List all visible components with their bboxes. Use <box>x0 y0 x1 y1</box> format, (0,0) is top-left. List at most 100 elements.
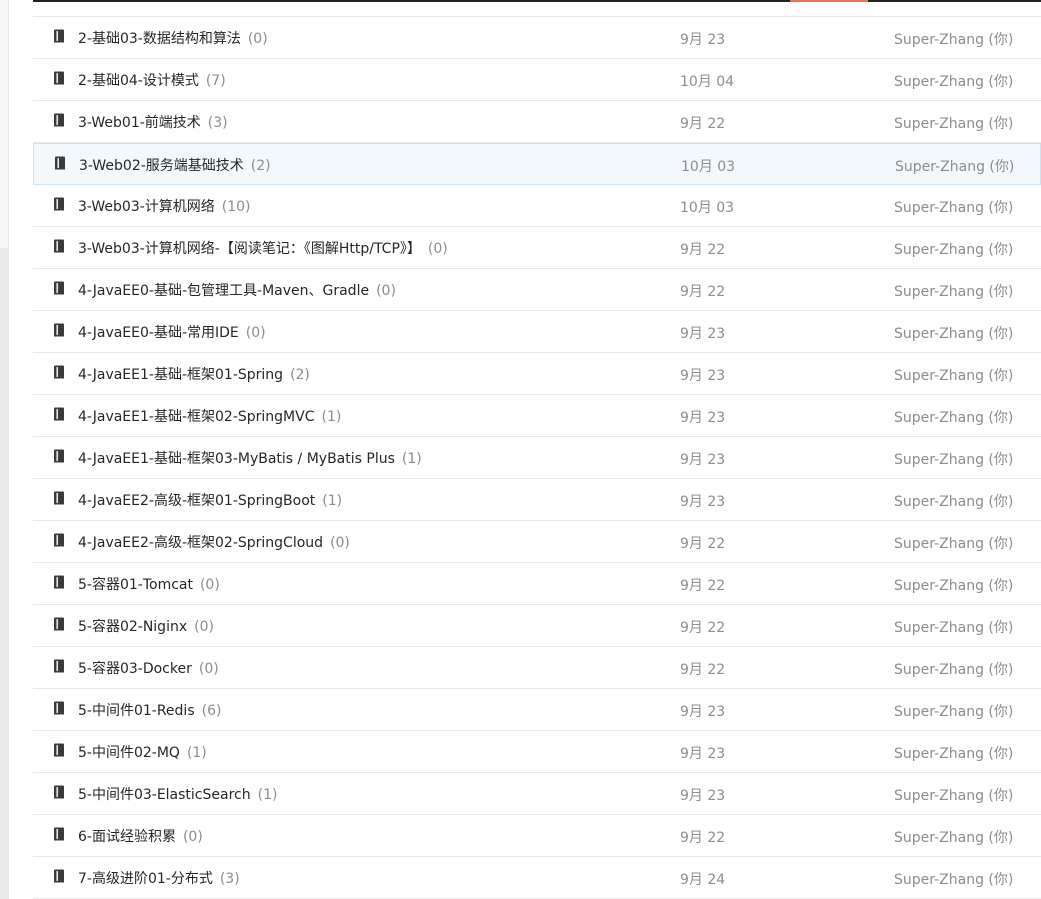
doc-count: (1) <box>322 493 343 509</box>
book-title-text: 4-JavaEE2-高级-框架01-SpringBoot <box>78 493 316 509</box>
book-title[interactable]: 4-JavaEE1-基础-框架02-SpringMVC (1) <box>78 406 341 426</box>
book-title[interactable]: 3-Web03-计算机网络-【阅读笔记：《图解Http/TCP》】 (0) <box>78 238 448 258</box>
book-title[interactable]: 5-容器03-Docker (0) <box>78 658 219 678</box>
book-icon <box>55 156 65 170</box>
book-title-text: 3-Web03-计算机网络 <box>78 199 215 215</box>
list-item[interactable]: 4-JavaEE0-基础-包管理工具-Maven、Gradle (0) 9月 22 S… <box>33 269 1041 311</box>
book-title[interactable]: 2-基础04-设计模式 (7) <box>78 70 226 90</box>
list-item[interactable]: 5-容器03-Docker (0) 9月 22 Super-Zhang (你) <box>33 647 1041 689</box>
owner-name: Super-Zhang (你) <box>894 116 1014 132</box>
list-item[interactable]: 3-Web03-计算机网络 (10) 10月 03 Super-Zhang (你) <box>33 185 1041 227</box>
updated-date: 9月 23 <box>680 326 726 342</box>
book-title[interactable]: 5-中间件01-Redis (6) <box>78 700 221 720</box>
book-title-text: 3-Web03-计算机网络-【阅读笔记：《图解Http/TCP》】 <box>78 241 421 257</box>
list-item[interactable]: 2-基础03-数据结构和算法 (0) 9月 23 Super-Zhang (你) <box>33 16 1041 59</box>
book-icon <box>54 407 64 421</box>
list-item[interactable]: 5-容器01-Tomcat (0) 9月 22 Super-Zhang (你) <box>33 563 1041 605</box>
book-title[interactable]: 7-高级进阶01-分布式 (3) <box>78 868 240 888</box>
book-title[interactable]: 4-JavaEE2-高级-框架02-SpringCloud (0) <box>78 532 350 552</box>
book-title[interactable]: 2-基础03-数据结构和算法 (0) <box>78 28 268 48</box>
doc-count: (1) <box>257 787 278 803</box>
updated-date: 10月 04 <box>680 74 735 90</box>
book-icon <box>54 449 64 463</box>
book-icon <box>54 869 64 883</box>
owner-name: Super-Zhang (你) <box>894 620 1014 636</box>
book-icon <box>54 491 64 505</box>
owner-name: Super-Zhang (你) <box>894 284 1014 300</box>
book-title-text: 4-JavaEE2-高级-框架02-SpringCloud <box>78 535 324 551</box>
book-title-text: 4-JavaEE0-基础-常用IDE <box>78 325 239 341</box>
owner-name: Super-Zhang (你) <box>895 159 1015 175</box>
list-item[interactable]: 5-中间件02-MQ (1) 9月 23 Super-Zhang (你) <box>33 731 1041 773</box>
owner-name: Super-Zhang (你) <box>894 74 1014 90</box>
doc-count: (0) <box>245 325 266 341</box>
list-item[interactable]: 4-JavaEE0-基础-常用IDE (0) 9月 23 Super-Zhang (你… <box>33 311 1041 353</box>
book-title-text: 3-Web02-服务端基础技术 <box>79 158 244 174</box>
book-title[interactable]: 4-JavaEE2-高级-框架01-SpringBoot (1) <box>78 490 342 510</box>
book-title-text: 5-容器02-Niginx <box>78 619 188 635</box>
book-title-text: 4-JavaEE1-基础-框架01-Spring <box>78 367 284 383</box>
book-title-text: 5-中间件02-MQ <box>78 745 180 761</box>
owner-name: Super-Zhang (你) <box>894 200 1014 216</box>
list-item[interactable]: 5-中间件01-Redis (6) 9月 23 Super-Zhang (你) <box>33 689 1041 731</box>
doc-count: (1) <box>186 745 207 761</box>
book-icon <box>54 29 64 43</box>
updated-date: 9月 23 <box>680 788 726 804</box>
list-item[interactable]: 7-高级进阶01-分布式 (3) 9月 24 Super-Zhang (你) <box>33 857 1041 899</box>
updated-date: 9月 23 <box>680 452 726 468</box>
list-item[interactable]: 4-JavaEE1-基础-框架01-Spring (2) 9月 23 Super-Zh… <box>33 353 1041 395</box>
updated-date: 9月 23 <box>680 410 726 426</box>
updated-date: 9月 22 <box>680 284 726 300</box>
book-icon <box>54 281 64 295</box>
list-item[interactable]: 5-容器02-Niginx (0) 9月 22 Super-Zhang (你) <box>33 605 1041 647</box>
book-icon <box>54 743 64 757</box>
book-title[interactable]: 4-JavaEE0-基础-常用IDE (0) <box>78 322 266 342</box>
book-icon <box>54 533 64 547</box>
list-item[interactable]: 5-中间件03-ElasticSearch (1) 9月 23 Super-Zhang… <box>33 773 1041 815</box>
updated-date: 9月 22 <box>680 578 726 594</box>
updated-date: 9月 22 <box>680 242 726 258</box>
list-item[interactable]: 3-Web02-服务端基础技术 (2) 10月 03 Super-Zhang (你) <box>33 143 1041 185</box>
book-title[interactable]: 4-JavaEE1-基础-框架03-MyBatis / MyBatis Plus… <box>78 448 422 468</box>
doc-count: (0) <box>247 31 268 47</box>
book-icon <box>54 113 64 127</box>
book-title[interactable]: 4-JavaEE1-基础-框架01-Spring (2) <box>78 364 310 384</box>
book-title[interactable]: 3-Web01-前端技术 (3) <box>78 112 228 132</box>
list-item[interactable]: 6-面试经验积累 (0) 9月 22 Super-Zhang (你) <box>33 815 1041 857</box>
book-title[interactable]: 5-容器02-Niginx (0) <box>78 616 214 636</box>
list-item[interactable]: 4-JavaEE1-基础-框架03-MyBatis / MyBatis Plus… <box>33 437 1041 479</box>
book-title[interactable]: 5-容器01-Tomcat (0) <box>78 574 220 594</box>
updated-date: 9月 23 <box>680 368 726 384</box>
doc-count: (0) <box>427 241 448 257</box>
list-item[interactable]: 3-Web01-前端技术 (3) 9月 22 Super-Zhang (你) <box>33 101 1041 143</box>
updated-date: 9月 22 <box>680 116 726 132</box>
gutter-scrollbar[interactable] <box>0 248 8 899</box>
book-title[interactable]: 4-JavaEE0-基础-包管理工具-Maven、Gradle (0) <box>78 280 396 300</box>
doc-count: (1) <box>401 451 422 467</box>
doc-count: (3) <box>207 115 228 131</box>
owner-name: Super-Zhang (你) <box>894 704 1014 720</box>
book-title[interactable]: 5-中间件03-ElasticSearch (1) <box>78 784 277 804</box>
book-list: 2-基础03-数据结构和算法 (0) 9月 23 Super-Zhang (你) 2-基… <box>33 16 1041 899</box>
doc-count: (0) <box>199 577 220 593</box>
owner-name: Super-Zhang (你) <box>894 326 1014 342</box>
book-title-text: 2-基础03-数据结构和算法 <box>78 31 241 47</box>
book-title[interactable]: 3-Web03-计算机网络 (10) <box>78 196 251 216</box>
list-item[interactable]: 4-JavaEE2-高级-框架01-SpringBoot (1) 9月 23 Supe… <box>33 479 1041 521</box>
list-item[interactable]: 4-JavaEE2-高级-框架02-SpringCloud (0) 9月 22 Sup… <box>33 521 1041 563</box>
owner-name: Super-Zhang (你) <box>894 368 1014 384</box>
doc-count: (6) <box>201 703 222 719</box>
book-title[interactable]: 5-中间件02-MQ (1) <box>78 742 207 762</box>
book-title-text: 4-JavaEE1-基础-框架02-SpringMVC <box>78 409 315 425</box>
owner-name: Super-Zhang (你) <box>894 872 1014 888</box>
updated-date: 9月 22 <box>680 662 726 678</box>
list-item[interactable]: 4-JavaEE1-基础-框架02-SpringMVC (1) 9月 23 Super… <box>33 395 1041 437</box>
owner-name: Super-Zhang (你) <box>894 536 1014 552</box>
book-title[interactable]: 6-面试经验积累 (0) <box>78 826 203 846</box>
list-item[interactable]: 3-Web03-计算机网络-【阅读笔记：《图解Http/TCP》】 (0) 9月 2… <box>33 227 1041 269</box>
owner-name: Super-Zhang (你) <box>894 410 1014 426</box>
owner-name: Super-Zhang (你) <box>894 662 1014 678</box>
book-title[interactable]: 3-Web02-服务端基础技术 (2) <box>79 155 271 175</box>
list-item[interactable]: 2-基础04-设计模式 (7) 10月 04 Super-Zhang (你) <box>33 59 1041 101</box>
book-icon <box>54 785 64 799</box>
